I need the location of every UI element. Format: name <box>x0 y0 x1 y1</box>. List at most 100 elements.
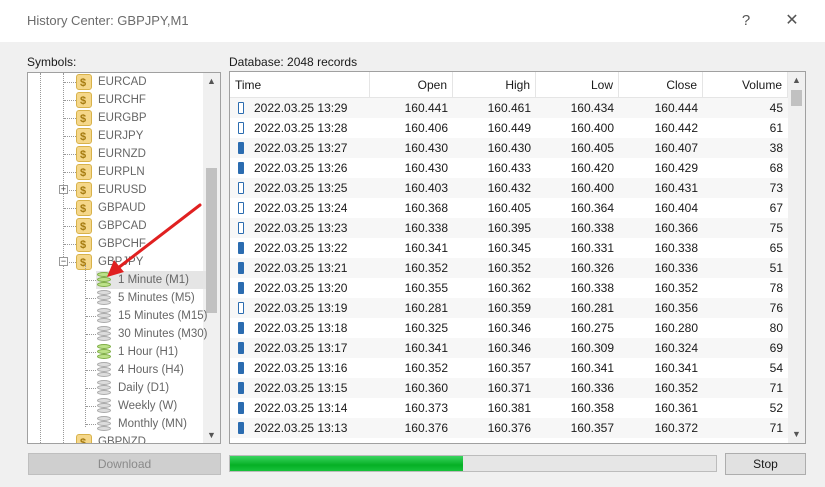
tree-item-symbol[interactable]: GBPJPY <box>76 253 196 272</box>
table-row[interactable]: 2022.03.25 13:22 160.341 160.345 160.331 160… <box>230 238 788 258</box>
time-text: 2022.03.25 13:26 <box>254 161 348 175</box>
symbol-name: EURCHF <box>98 94 146 106</box>
table-row[interactable]: 2022.03.25 13:24 160.368 160.405 160.364 160… <box>230 198 788 218</box>
tree-item-timeframe[interactable]: 5 Minutes (M5) <box>96 289 206 307</box>
cell-high: 160.430 <box>487 141 531 155</box>
tree-item-timeframe[interactable]: 30 Minutes (M30) <box>96 325 208 343</box>
column-header[interactable]: Time <box>230 72 370 98</box>
history-table[interactable]: Time Open High Low Close Volume 2022.03.25 13… <box>229 71 806 444</box>
cell-volume: 69 <box>769 341 783 355</box>
symbol-name: EURJPY <box>98 130 144 142</box>
database-icon <box>96 416 112 432</box>
tree-item-symbol[interactable]: GBPCAD <box>76 217 196 236</box>
tree-item-symbol[interactable]: EURCHF <box>76 91 196 110</box>
tree-guide-line <box>64 100 76 101</box>
symbols-tree[interactable]: ▲ ▼ EURCADEURCHFEURGBPEURJPYEURNZDEURPLN… <box>27 72 221 444</box>
scroll-up-icon[interactable]: ▲ <box>203 73 220 89</box>
cell-open: 160.430 <box>404 161 448 175</box>
table-row[interactable]: 2022.03.25 13:15 160.360 160.371 160.336 160… <box>230 378 788 398</box>
table-row[interactable]: 2022.03.25 13:17 160.341 160.346 160.309 160… <box>230 338 788 358</box>
help-button[interactable]: ? <box>734 9 758 33</box>
column-header[interactable]: Close <box>619 72 703 98</box>
tree-item-timeframe[interactable]: Weekly (W) <box>96 397 206 415</box>
table-row[interactable]: 2022.03.25 13:20 160.355 160.362 160.338 160… <box>230 278 788 298</box>
candle-icon <box>238 362 244 374</box>
cell-close: 160.404 <box>654 201 698 215</box>
cell-open: 160.430 <box>404 141 448 155</box>
table-row[interactable]: 2022.03.25 13:26 160.430 160.433 160.420 160… <box>230 158 788 178</box>
cell-close: 160.366 <box>654 221 698 235</box>
tree-item-symbol[interactable]: EURPLN <box>76 163 196 182</box>
dollar-coin-icon <box>76 434 92 443</box>
dollar-coin-icon <box>76 74 92 92</box>
tree-item-symbol[interactable]: EURJPY <box>76 127 196 146</box>
stop-button[interactable]: Stop <box>725 453 806 475</box>
download-button[interactable]: Download <box>28 453 221 475</box>
table-row[interactable]: 2022.03.25 13:21 160.352 160.352 160.326 160… <box>230 258 788 278</box>
cell-volume: 67 <box>769 201 783 215</box>
cell-close: 160.431 <box>654 181 698 195</box>
cell-open: 160.403 <box>404 181 448 195</box>
column-header[interactable]: Volume <box>703 72 788 98</box>
tree-item-symbol[interactable]: EURGBP <box>76 109 196 128</box>
table-row[interactable]: 2022.03.25 13:27 160.430 160.430 160.405 160… <box>230 138 788 158</box>
dollar-coin-icon <box>76 146 92 164</box>
table-row[interactable]: 2022.03.25 13:19 160.281 160.359 160.281 160… <box>230 298 788 318</box>
cell-volume: 65 <box>769 241 783 255</box>
dollar-coin-icon <box>76 92 92 110</box>
table-row[interactable]: 2022.03.25 13:18 160.325 160.346 160.275 160… <box>230 318 788 338</box>
table-scrollbar[interactable]: ▲ ▼ <box>788 72 805 443</box>
cell-high: 160.345 <box>487 241 531 255</box>
cell-high: 160.381 <box>487 401 531 415</box>
scroll-down-icon[interactable]: ▼ <box>788 426 805 442</box>
column-header[interactable]: High <box>453 72 536 98</box>
tree-item-timeframe[interactable]: Daily (D1) <box>96 379 206 397</box>
symbol-name: GBPNZD <box>98 436 146 444</box>
cell-open: 160.360 <box>404 381 448 395</box>
download-progress-bar <box>229 455 717 472</box>
tree-item-timeframe[interactable]: 4 Hours (H4) <box>96 361 206 379</box>
tree-item-symbol[interactable]: EURUSD <box>76 181 196 200</box>
table-row[interactable]: 2022.03.25 13:16 160.352 160.357 160.341 160… <box>230 358 788 378</box>
close-button[interactable]: ✕ <box>780 9 804 33</box>
column-header[interactable]: Low <box>536 72 619 98</box>
scroll-up-icon[interactable]: ▲ <box>788 72 805 88</box>
cell-time: 2022.03.25 13:15 <box>230 378 370 398</box>
tree-item-symbol[interactable]: GBPCHF <box>76 235 196 254</box>
candle-icon <box>238 202 244 214</box>
symbol-name: GBPCHF <box>98 238 146 250</box>
symbol-name: EURNZD <box>98 148 146 160</box>
expand-icon[interactable]: + <box>59 185 68 194</box>
tree-item-timeframe[interactable]: 1 Hour (H1) <box>96 343 206 361</box>
tree-item-symbol[interactable]: GBPAUD <box>76 199 196 218</box>
table-row[interactable]: 2022.03.25 13:29 160.441 160.461 160.434 160… <box>230 98 788 118</box>
table-row[interactable]: 2022.03.25 13:25 160.403 160.432 160.400 160… <box>230 178 788 198</box>
tree-item-timeframe[interactable]: 15 Minutes (M15) <box>96 307 207 325</box>
cell-time: 2022.03.25 13:18 <box>230 318 370 338</box>
cell-low: 160.338 <box>570 281 614 295</box>
cell-low: 160.338 <box>570 221 614 235</box>
table-scrollbar-thumb[interactable] <box>791 90 802 106</box>
tree-item-timeframe[interactable]: 1 Minute (M1) <box>96 271 206 289</box>
dollar-coin-icon <box>76 254 92 272</box>
cell-volume: 80 <box>769 321 783 335</box>
tree-guide-line <box>64 136 76 137</box>
table-row[interactable]: 2022.03.25 13:23 160.338 160.395 160.338 160… <box>230 218 788 238</box>
tree-guide-line <box>86 334 96 335</box>
cell-high: 160.362 <box>487 281 531 295</box>
tree-scrollbar-thumb[interactable] <box>206 168 217 313</box>
candle-icon <box>238 182 244 194</box>
table-row[interactable]: 2022.03.25 13:13 160.376 160.376 160.357 160… <box>230 418 788 438</box>
time-text: 2022.03.25 13:21 <box>254 261 348 275</box>
table-row[interactable]: 2022.03.25 13:28 160.406 160.449 160.400 160… <box>230 118 788 138</box>
cell-low: 160.420 <box>570 161 614 175</box>
tree-item-symbol[interactable]: EURCAD <box>76 73 196 92</box>
cell-high: 160.346 <box>487 321 531 335</box>
table-row[interactable]: 2022.03.25 13:14 160.373 160.381 160.358 160… <box>230 398 788 418</box>
tree-item-timeframe[interactable]: Monthly (MN) <box>96 415 206 433</box>
column-header[interactable]: Open <box>370 72 453 98</box>
tree-item-symbol[interactable]: GBPNZD <box>76 433 196 444</box>
timeframe-label: 30 Minutes (M30) <box>118 328 208 340</box>
tree-item-symbol[interactable]: EURNZD <box>76 145 196 164</box>
collapse-icon[interactable]: − <box>59 257 68 266</box>
